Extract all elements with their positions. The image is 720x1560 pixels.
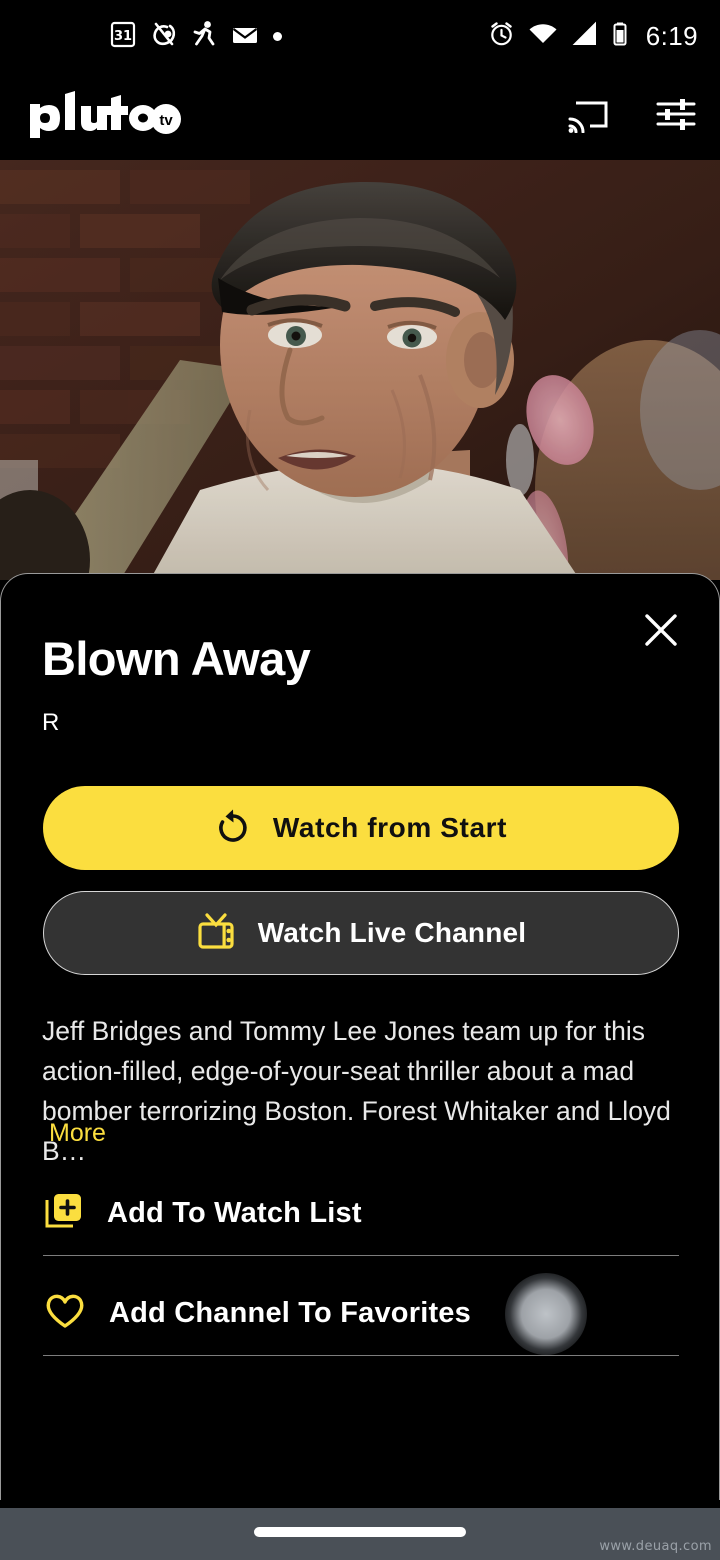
content-rating: R <box>42 709 60 736</box>
battery-icon <box>611 20 629 53</box>
add-to-watch-list-label: Add To Watch List <box>107 1196 362 1229</box>
mail-envelope-icon <box>231 20 259 53</box>
video-still[interactable] <box>0 160 720 580</box>
alarm-clock-icon <box>488 20 515 53</box>
filter-sliders-icon[interactable] <box>656 95 696 138</box>
app-bar-actions <box>568 95 696 138</box>
retro-tv-icon <box>196 911 236 956</box>
watch-live-channel-button[interactable]: Watch Live Channel <box>43 891 679 975</box>
add-channel-to-favorites-label: Add Channel To Favorites <box>109 1296 471 1329</box>
detail-modal: Blown Away R Watch from Start Watch Live… <box>0 573 720 1500</box>
running-person-icon <box>192 20 217 53</box>
status-bar-left-icons: 31 <box>110 20 282 53</box>
cast-icon[interactable] <box>568 95 610 138</box>
notification-dot-icon <box>273 31 282 41</box>
app-screen: 31 6:19 tv Blown Away R Watch from Start… <box>0 0 720 1560</box>
more-link[interactable]: More <box>49 1119 106 1148</box>
close-icon[interactable] <box>633 602 689 658</box>
watch-from-start-label: Watch from Start <box>272 812 508 843</box>
home-indicator[interactable] <box>254 1527 466 1537</box>
synopsis-text: Jeff Bridges and Tommy Lee Jones team up… <box>42 1016 671 1166</box>
svg-text:tv: tv <box>159 112 173 129</box>
pluto-tv-logo[interactable]: tv <box>26 91 196 139</box>
status-bar-right-icons: 6:19 <box>488 20 698 53</box>
system-nav-bar: www.deuaq.com <box>0 1508 720 1560</box>
touch-ripple-indicator <box>505 1273 587 1355</box>
watch-from-start-button[interactable]: Watch from Start <box>43 786 679 870</box>
status-bar: 31 6:19 <box>0 0 720 72</box>
restart-rotate-icon <box>215 807 251 850</box>
app-bar: tv <box>0 72 720 160</box>
add-to-watch-list-row[interactable]: Add To Watch List <box>43 1171 679 1256</box>
add-to-watchlist-icon <box>43 1190 85 1237</box>
svg-text:31: 31 <box>114 29 132 44</box>
heart-outline-icon <box>43 1290 87 1337</box>
add-channel-to-favorites-row[interactable]: Add Channel To Favorites <box>43 1271 679 1356</box>
watch-live-channel-label: Watch Live Channel <box>257 917 527 948</box>
wifi-icon <box>528 20 558 53</box>
loop-swirl-icon <box>150 20 178 53</box>
calendar-icon: 31 <box>110 20 136 53</box>
site-watermark: www.deuaq.com <box>599 1539 712 1554</box>
cellular-signal-icon <box>571 20 598 53</box>
page-title: Blown Away <box>42 632 311 685</box>
status-bar-clock: 6:19 <box>645 20 698 51</box>
